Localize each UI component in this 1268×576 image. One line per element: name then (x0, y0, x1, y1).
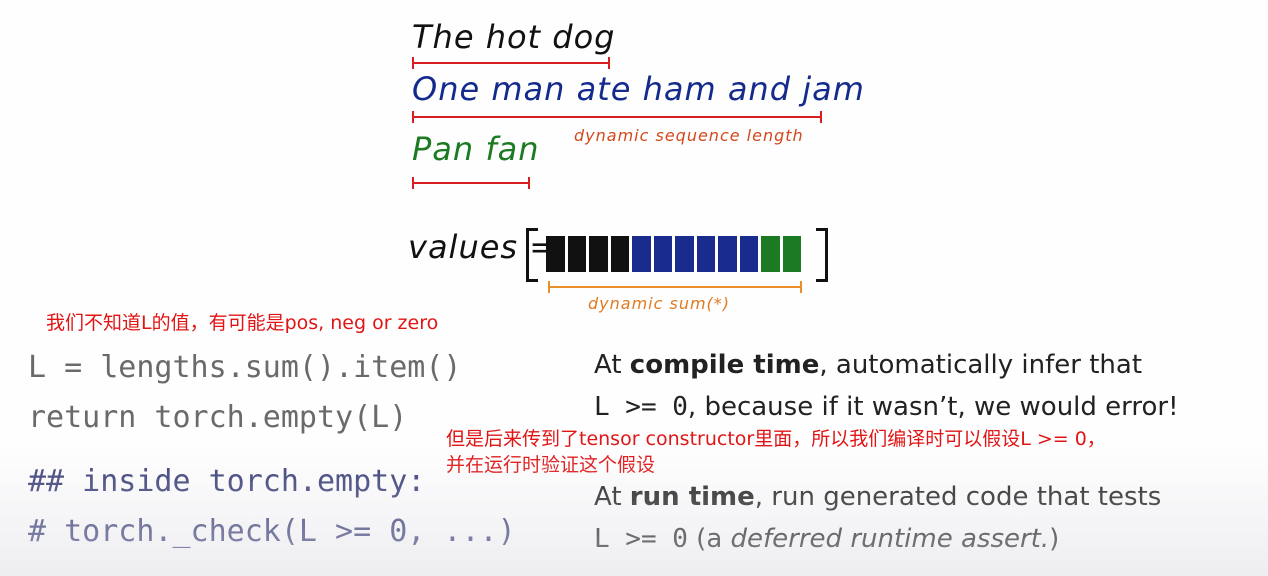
annotation-dynamic-length: dynamic sequence length (574, 126, 804, 145)
run-time-line-1: At run time, run generated code that tes… (594, 482, 1161, 512)
value-cell (761, 236, 780, 272)
sentence-2-underline (412, 111, 822, 123)
compile-bold: compile time (629, 350, 820, 380)
value-cell (610, 236, 629, 272)
value-cell (782, 236, 801, 272)
runtime-close: ) (1049, 524, 1060, 554)
sentence-3: Pan fan (412, 130, 540, 168)
value-cell (739, 236, 758, 272)
note-cn-assumption-line-1: 但是后来传到了tensor constructor里面，所以我们编译时可以假设L… (446, 428, 1106, 450)
compile-time-line-1: At compile time, automatically infer tha… (594, 350, 1142, 380)
runtime-suffix: , run generated code that tests (754, 482, 1162, 512)
code-line-4: # torch._check(L >= 0, ...) (28, 514, 516, 549)
sentence-1-underline (412, 57, 610, 69)
sentence-2: One man ate ham and jam (412, 70, 865, 108)
sentence-3-underline (412, 177, 530, 189)
code-line-3: ## inside torch.empty: (28, 464, 426, 499)
left-bracket (526, 228, 538, 282)
value-cell (546, 236, 565, 272)
compile-suffix: , automatically infer that (819, 350, 1143, 380)
value-cell (675, 236, 694, 272)
compile-prefix: At (594, 350, 630, 380)
compile-reason: , because if it wasn’t, we would error! (687, 392, 1179, 422)
slide-canvas: The hot dog One man ate ham and jam dyna… (0, 0, 1268, 576)
runtime-bold: run time (629, 482, 755, 512)
run-time-line-2: L >= 0 (a deferred runtime assert.) (594, 524, 1059, 554)
runtime-open: (a (687, 524, 731, 554)
code-line-1: L = lengths.sum().item() (28, 350, 462, 385)
runtime-condition: L >= 0 (594, 524, 688, 554)
value-cells (546, 236, 801, 272)
compile-condition: L >= 0 (594, 392, 688, 422)
value-cell (567, 236, 586, 272)
right-bracket (816, 228, 828, 282)
runtime-italic: deferred runtime assert. (730, 524, 1050, 554)
value-cell (632, 236, 651, 272)
value-cell (653, 236, 672, 272)
compile-time-line-2: L >= 0, because if it wasn’t, we would e… (594, 392, 1179, 422)
sentence-1: The hot dog (412, 18, 616, 56)
dynamic-sum-underline (548, 281, 802, 293)
note-cn-unknown-length: 我们不知道L的值，有可能是pos, neg or zero (46, 312, 439, 334)
value-cell (718, 236, 737, 272)
note-cn-assumption-line-2: 并在运行时验证这个假设 (446, 454, 656, 476)
annotation-dynamic-sum: dynamic sum(*) (588, 294, 731, 313)
code-line-2: return torch.empty(L) (28, 400, 408, 435)
value-cell (696, 236, 715, 272)
runtime-prefix: At (594, 482, 630, 512)
value-cell (589, 236, 608, 272)
